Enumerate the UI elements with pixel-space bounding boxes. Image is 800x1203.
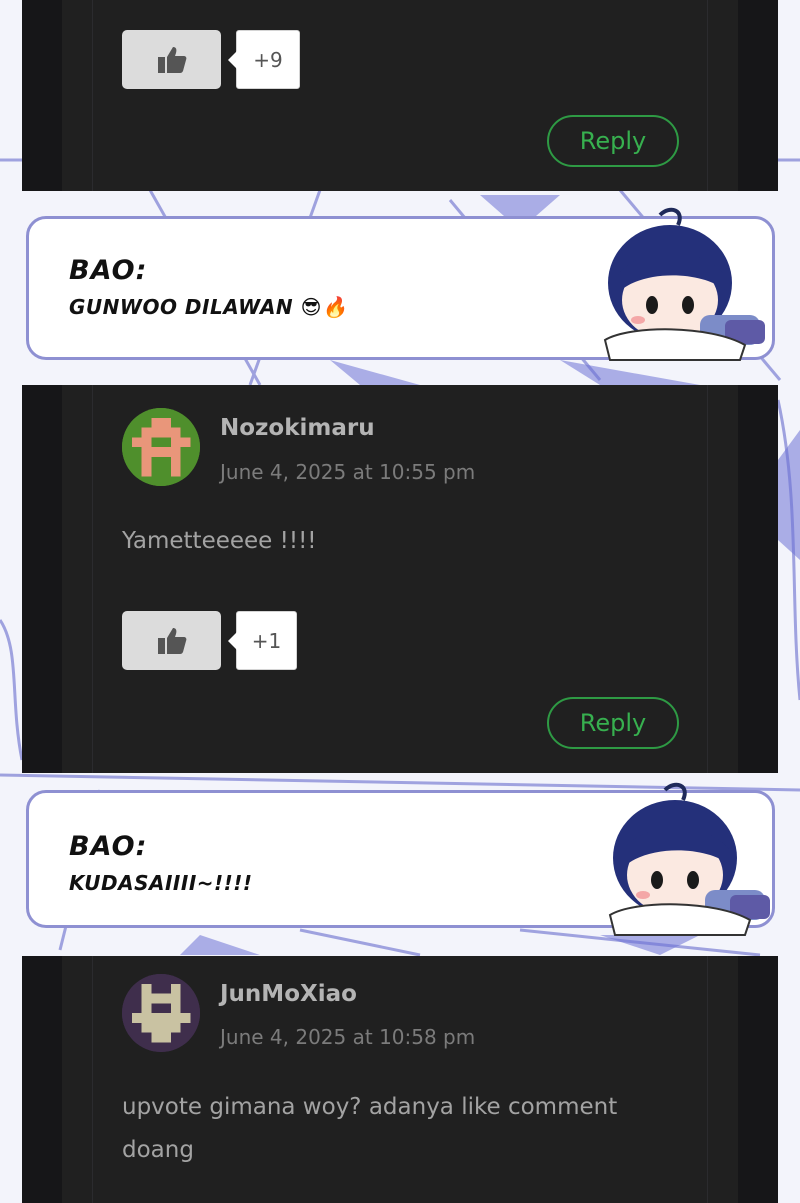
- chibi-character: [608, 782, 770, 936]
- like-button[interactable]: [122, 30, 221, 89]
- comment-text-line: upvote gimana woy? adanya like comment: [122, 1094, 618, 1120]
- thumbs-up-icon: [157, 627, 186, 654]
- bubble-text: KUDASAIIII~!!!!: [69, 871, 253, 895]
- comment-card: JunMoXiao June 4, 2025 at 10:58 pm upvot…: [22, 956, 778, 1203]
- chibi-character: [603, 207, 765, 361]
- comment-card: Nozokimaru June 4, 2025 at 10:55 pm Yame…: [22, 385, 778, 773]
- thumbs-up-icon: [157, 46, 186, 73]
- bubble-speaker: BAO:: [69, 831, 148, 862]
- comment-text-line: doang: [122, 1137, 194, 1163]
- like-count: +1: [228, 611, 297, 670]
- comment-username[interactable]: Nozokimaru: [220, 415, 375, 441]
- comment-username[interactable]: JunMoXiao: [220, 981, 357, 1007]
- pixel-avatar-icon: [122, 974, 200, 1052]
- comment-timestamp[interactable]: June 4, 2025 at 10:58 pm: [220, 1025, 475, 1049]
- reply-button[interactable]: Reply: [547, 697, 679, 749]
- pixel-avatar-icon: [122, 408, 200, 486]
- user-avatar: [122, 974, 200, 1052]
- bubble-text: GUNWOO DILAWAN 😎🔥: [69, 295, 348, 319]
- like-count: +9: [228, 30, 300, 89]
- like-button[interactable]: [122, 611, 221, 670]
- comment-timestamp[interactable]: June 4, 2025 at 10:55 pm: [220, 460, 475, 484]
- bubble-speaker: BAO:: [69, 255, 148, 286]
- comment-card: +9 Reply: [22, 0, 778, 191]
- reply-button[interactable]: Reply: [547, 115, 679, 167]
- comment-text: upvote gimana woy? adanya like comment d…: [122, 1086, 702, 1172]
- user-avatar: [122, 408, 200, 486]
- comment-text: Yametteeeee !!!!: [122, 528, 317, 554]
